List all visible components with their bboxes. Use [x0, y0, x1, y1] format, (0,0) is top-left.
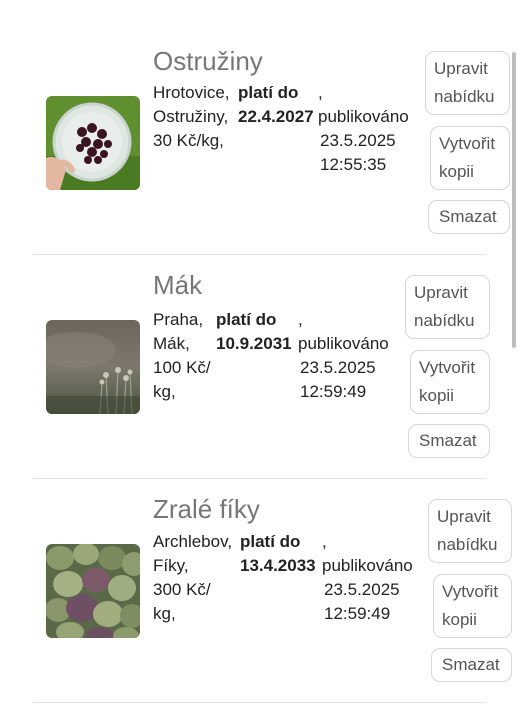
- published-date: 23.5.2025: [324, 580, 400, 599]
- offer-price-unit: kg,: [153, 382, 176, 401]
- offer-validity: platí do 13.4.2033: [240, 530, 316, 578]
- edit-offer-button[interactable]: Upravit nabídku: [425, 51, 510, 115]
- separator-comma: ,: [322, 532, 327, 551]
- valid-until-date: 10.9.2031: [216, 334, 292, 353]
- offer-location: Archlebov,: [153, 532, 233, 551]
- offer-product: Ostružiny,: [153, 107, 229, 126]
- create-copy-button[interactable]: Vytvořit kopii: [410, 350, 490, 414]
- separator-comma: ,: [298, 310, 303, 329]
- offer-published: , publikováno 23.5.2025 12:59:49: [322, 530, 413, 626]
- offer-validity: platí do 22.4.2027: [238, 81, 314, 129]
- create-copy-label: kopii: [419, 386, 454, 405]
- create-copy-label: kopii: [442, 610, 477, 629]
- poppy-field-photo: [46, 320, 140, 414]
- edit-offer-label: Upravit: [434, 59, 488, 78]
- published-label: publikováno: [298, 334, 389, 353]
- offer-item: Ostružiny Hrotovice, Ostružiny, 30 Kč/kg…: [0, 0, 519, 234]
- offer-item: Zralé fíky Archlebov, Fíky, 300 Kč/ kg, …: [0, 448, 519, 682]
- published-label: publikováno: [322, 556, 413, 575]
- edit-offer-label: Upravit: [437, 507, 491, 526]
- create-copy-label: Vytvořit: [439, 134, 496, 153]
- berries-in-bowl-photo: [46, 96, 140, 190]
- offer-title: Ostružiny: [153, 46, 263, 76]
- offer-price: 30 Kč/kg,: [153, 131, 224, 150]
- published-time: 12:55:35: [320, 155, 387, 174]
- edit-offer-label: nabídku: [414, 311, 475, 330]
- create-copy-label: kopii: [439, 162, 474, 181]
- edit-offer-label: nabídku: [434, 87, 495, 106]
- offer-details: Praha, Mák, 100 Kč/ kg,: [153, 308, 211, 404]
- offer-published: , publikováno 23.5.2025 12:55:35: [318, 81, 409, 177]
- offer-details: Archlebov, Fíky, 300 Kč/ kg,: [153, 530, 232, 626]
- published-label: publikováno: [318, 107, 409, 126]
- offer-price-unit: kg,: [153, 604, 176, 623]
- offer-details: Hrotovice, Ostružiny, 30 Kč/kg,: [153, 81, 230, 153]
- create-copy-label: Vytvořit: [442, 582, 499, 601]
- valid-until-label: platí do: [240, 532, 301, 551]
- offer-price: 100 Kč/: [153, 358, 211, 377]
- edit-offer-button[interactable]: Upravit nabídku: [428, 499, 512, 563]
- divider: [33, 702, 486, 703]
- offer-published: , publikováno 23.5.2025 12:59:49: [298, 308, 389, 404]
- published-date: 23.5.2025: [300, 358, 376, 377]
- edit-offer-button[interactable]: Upravit nabídku: [405, 275, 490, 339]
- edit-offer-label: Upravit: [414, 283, 468, 302]
- published-date: 23.5.2025: [320, 131, 396, 150]
- valid-until-date: 13.4.2033: [240, 556, 316, 575]
- create-copy-button[interactable]: Vytvořit kopii: [433, 574, 512, 638]
- offer-title: Mák: [153, 270, 203, 300]
- offer-price: 300 Kč/: [153, 580, 211, 599]
- offer-location: Praha,: [153, 310, 204, 329]
- offer-item: Mák Praha, Mák, 100 Kč/ kg, platí do 10.…: [0, 224, 519, 458]
- published-time: 12:59:49: [300, 382, 367, 401]
- offer-validity: platí do 10.9.2031: [216, 308, 292, 356]
- create-copy-label: Vytvořit: [419, 358, 476, 377]
- create-copy-button[interactable]: Vytvořit kopii: [430, 126, 510, 190]
- offer-title: Zralé fíky: [153, 494, 260, 524]
- valid-until-label: platí do: [216, 310, 277, 329]
- valid-until-label: platí do: [238, 83, 299, 102]
- scrollbar[interactable]: [512, 52, 516, 348]
- ripe-figs-photo: [46, 544, 140, 638]
- valid-until-date: 22.4.2027: [238, 107, 314, 126]
- offer-product: Mák,: [153, 334, 190, 353]
- separator-comma: ,: [318, 83, 323, 102]
- offer-product: Fíky,: [153, 556, 189, 575]
- edit-offer-label: nabídku: [437, 535, 498, 554]
- delete-button[interactable]: Smazat: [431, 648, 512, 682]
- offer-location: Hrotovice,: [153, 83, 230, 102]
- published-time: 12:59:49: [324, 604, 391, 623]
